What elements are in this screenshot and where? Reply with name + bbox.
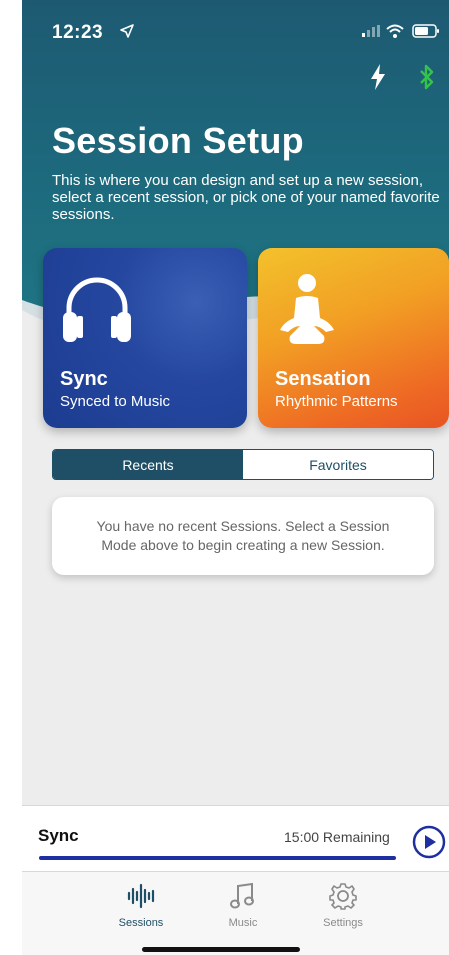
bluetooth-icon[interactable] <box>418 64 436 90</box>
page-subtitle: This is where you can design and set up … <box>52 172 440 223</box>
gear-icon <box>329 883 357 910</box>
tab-sessions-label: Sessions <box>118 917 164 929</box>
tab-sessions[interactable]: Sessions <box>101 882 181 929</box>
home-indicator <box>142 947 300 952</box>
sync-card-title: Sync <box>60 368 108 390</box>
tab-settings[interactable]: Settings <box>303 882 383 929</box>
waveform-icon <box>127 883 155 909</box>
battery-icon <box>412 24 439 38</box>
headphones-icon <box>63 277 131 342</box>
tab-music[interactable]: Music <box>203 882 283 929</box>
status-bar: 12:23 <box>22 0 449 60</box>
status-time: 12:23 <box>52 22 104 43</box>
sync-card-subtitle: Synced to Music <box>60 393 171 410</box>
now-playing-title: Sync <box>38 826 79 845</box>
tab-recents[interactable]: Recents <box>53 450 243 479</box>
now-playing-bar[interactable]: Sync 15:00 Remaining <box>22 805 449 871</box>
wifi-icon <box>386 24 404 38</box>
tab-settings-label: Settings <box>323 917 363 929</box>
tab-bar: Sessions Music Settings <box>22 871 449 955</box>
play-button[interactable] <box>412 825 446 859</box>
sensation-card-subtitle: Rhythmic Patterns <box>275 393 398 410</box>
location-arrow-icon <box>120 24 134 38</box>
empty-recents-text: You have no recent Sessions. Select a Se… <box>96 518 390 553</box>
recents-favorites-segmented-control: Recents Favorites <box>52 449 434 480</box>
sync-mode-card[interactable]: Sync Synced to Music <box>43 248 247 428</box>
sensation-mode-card[interactable]: Sensation Rhythmic Patterns <box>258 248 449 428</box>
empty-recents-message: You have no recent Sessions. Select a Se… <box>52 497 434 575</box>
session-setup-screen: 12:23 Session Setup This is where you ca… <box>22 0 449 955</box>
tab-favorites[interactable]: Favorites <box>243 450 433 479</box>
music-note-icon <box>230 882 254 909</box>
meditation-person-icon <box>280 274 334 344</box>
lightning-bolt-icon[interactable] <box>370 64 386 90</box>
page-title: Session Setup <box>52 120 304 161</box>
tab-music-label: Music <box>228 917 258 929</box>
now-playing-progress-bar <box>39 856 396 860</box>
signal-icon <box>362 25 380 37</box>
now-playing-remaining: 15:00 Remaining <box>284 829 390 845</box>
sensation-card-title: Sensation <box>275 368 371 390</box>
